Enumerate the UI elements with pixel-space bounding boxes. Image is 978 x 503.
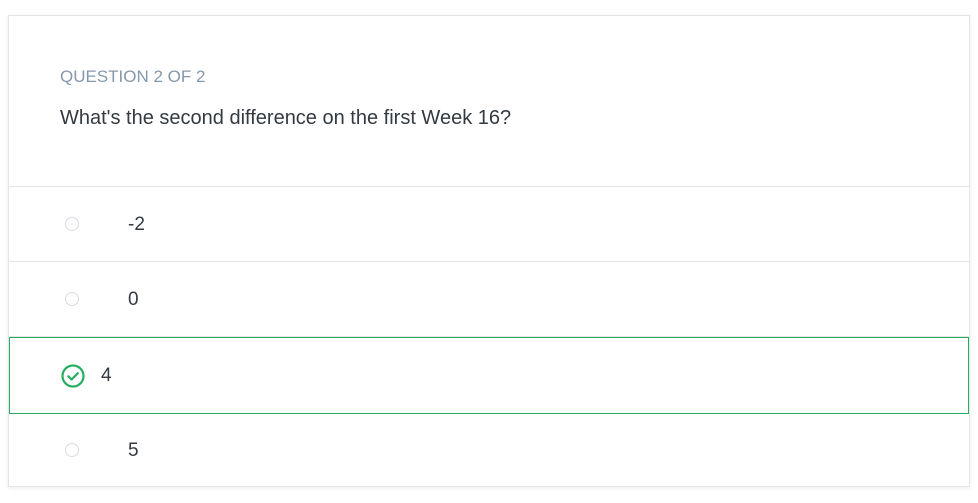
answer-option-label: 0	[128, 289, 139, 310]
answer-option-label: 4	[101, 365, 112, 386]
check-circle-icon	[61, 364, 85, 388]
radio-circle-icon[interactable]	[65, 292, 79, 306]
answer-option-3-correct[interactable]: 4	[9, 337, 969, 414]
question-text: What's the second difference on the firs…	[60, 107, 512, 129]
question-counter: QUESTION 2 OF 2	[60, 67, 206, 86]
radio-circle-icon[interactable]	[65, 217, 79, 231]
answer-option-4[interactable]: 5	[9, 413, 969, 488]
question-header: QUESTION 2 OF 2 What's the second differ…	[9, 16, 969, 187]
quiz-card: QUESTION 2 OF 2 What's the second differ…	[8, 15, 970, 487]
answer-option-label: -2	[128, 214, 145, 235]
answer-option-2[interactable]: 0	[9, 262, 969, 337]
radio-circle-icon[interactable]	[65, 443, 79, 457]
answer-option-label: 5	[128, 440, 139, 461]
answer-option-1[interactable]: -2	[9, 187, 969, 262]
